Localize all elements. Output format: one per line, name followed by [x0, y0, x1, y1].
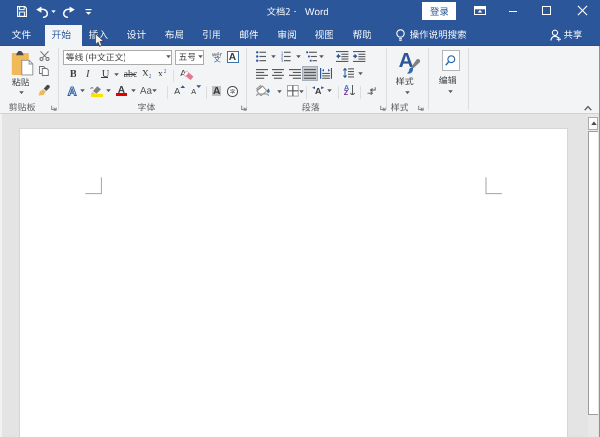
svg-text:3: 3 [281, 59, 284, 63]
